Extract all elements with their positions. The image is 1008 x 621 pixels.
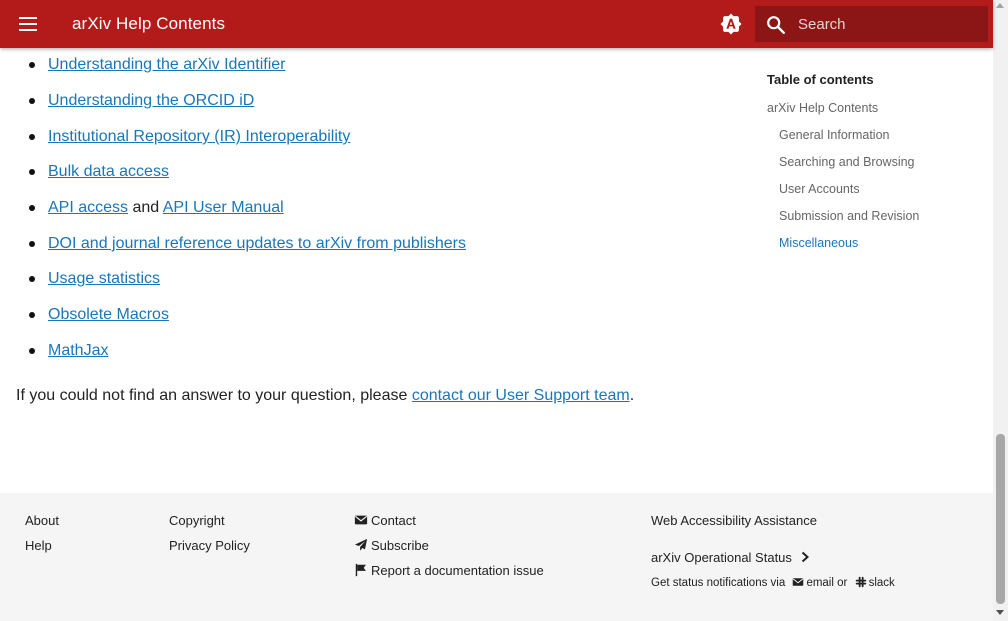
footer-copyright-link[interactable]: Copyright bbox=[169, 513, 225, 528]
link-orcid[interactable]: Understanding the ORCID iD bbox=[48, 92, 254, 109]
bullet bbox=[29, 312, 35, 318]
toc-title: Table of contents bbox=[767, 72, 874, 87]
link-arxiv-identifier[interactable]: Understanding the arXiv Identifier bbox=[48, 56, 285, 73]
notify-prefix: Get status notifications via bbox=[651, 577, 786, 589]
link-api-manual[interactable]: API User Manual bbox=[163, 199, 284, 216]
notify-email-label: email bbox=[806, 577, 834, 589]
list-item: Institutional Repository (IR) Interopera… bbox=[0, 124, 700, 150]
search-icon bbox=[767, 16, 785, 34]
footer-accessibility-link[interactable]: Web Accessibility Assistance bbox=[651, 513, 817, 528]
notify-slack-link[interactable]: slack bbox=[855, 576, 895, 589]
link-api-access[interactable]: API access bbox=[48, 199, 128, 216]
page-scrollbar[interactable] bbox=[993, 0, 1008, 621]
site-title[interactable]: arXiv Help Contents bbox=[72, 14, 225, 34]
contact-label: Contact bbox=[371, 513, 416, 528]
list-item: Bulk data access bbox=[0, 159, 700, 185]
link-mathjax[interactable]: MathJax bbox=[48, 342, 108, 359]
notify-slack-label: slack bbox=[868, 577, 895, 589]
list-item: Obsolete Macros bbox=[0, 302, 700, 328]
paper-plane-icon bbox=[354, 538, 368, 551]
toc-item-miscellaneous[interactable]: Miscellaneous bbox=[779, 236, 858, 250]
contact-support-link[interactable]: contact our User Support team bbox=[412, 387, 630, 404]
toc-item-searching-browsing[interactable]: Searching and Browsing bbox=[779, 155, 915, 169]
footer-report-issue-link[interactable]: Report a documentation issue bbox=[354, 563, 544, 578]
footer-about-link[interactable]: About bbox=[25, 513, 59, 528]
slack-icon bbox=[855, 576, 866, 588]
link-ir-interoperability[interactable]: Institutional Repository (IR) Interopera… bbox=[48, 128, 350, 145]
theme-toggle-icon[interactable] bbox=[719, 12, 743, 36]
scroll-up-arrow-icon[interactable] bbox=[996, 3, 1004, 8]
page-footer: About Help Copyright Privacy Policy Cont… bbox=[0, 493, 993, 621]
status-label: arXiv Operational Status bbox=[651, 550, 792, 565]
list-item: DOI and journal reference updates to arX… bbox=[0, 231, 700, 257]
toc-item-submission-revision[interactable]: Submission and Revision bbox=[779, 209, 919, 223]
link-obsolete-macros[interactable]: Obsolete Macros bbox=[48, 306, 169, 323]
scrollbar-thumb[interactable] bbox=[996, 434, 1005, 604]
bullet bbox=[29, 134, 35, 140]
support-paragraph: If you could not find an answer to your … bbox=[16, 383, 634, 409]
bullet bbox=[29, 169, 35, 175]
footer-privacy-link[interactable]: Privacy Policy bbox=[169, 538, 250, 553]
footer-help-link[interactable]: Help bbox=[25, 538, 52, 553]
list-item: Usage statistics bbox=[0, 266, 700, 292]
toc-item-help-contents[interactable]: arXiv Help Contents bbox=[767, 101, 878, 115]
bullet bbox=[29, 205, 35, 211]
list-item: Understanding the arXiv Identifier bbox=[0, 52, 700, 78]
notify-or: or bbox=[837, 577, 848, 589]
search-input[interactable] bbox=[798, 6, 978, 42]
envelope-icon bbox=[354, 515, 368, 525]
notify-email-link[interactable]: email bbox=[792, 577, 834, 589]
link-bulk-data[interactable]: Bulk data access bbox=[48, 163, 169, 180]
list-item: MathJax bbox=[0, 338, 700, 364]
bullet bbox=[29, 348, 35, 354]
link-doi-updates[interactable]: DOI and journal reference updates to arX… bbox=[48, 235, 466, 252]
flag-icon bbox=[355, 563, 366, 577]
toc-item-user-accounts[interactable]: User Accounts bbox=[779, 182, 860, 196]
bullet bbox=[29, 276, 35, 282]
hamburger-menu-icon[interactable] bbox=[16, 12, 40, 36]
status-notifications: Get status notifications via email or sl… bbox=[651, 576, 895, 589]
and-text: and bbox=[128, 199, 163, 216]
toc-item-general-information[interactable]: General Information bbox=[779, 128, 889, 142]
footer-subscribe-link[interactable]: Subscribe bbox=[354, 538, 429, 553]
search-box[interactable] bbox=[755, 6, 988, 42]
chevron-right-icon bbox=[801, 551, 809, 563]
envelope-icon bbox=[793, 578, 804, 586]
list-item: Understanding the ORCID iD bbox=[0, 88, 700, 114]
bullet bbox=[29, 62, 35, 68]
scroll-down-arrow-icon[interactable] bbox=[996, 610, 1004, 615]
subscribe-label: Subscribe bbox=[371, 538, 429, 553]
report-label: Report a documentation issue bbox=[371, 563, 544, 578]
support-prefix: If you could not find an answer to your … bbox=[16, 387, 412, 404]
list-item: API access and API User Manual bbox=[0, 195, 700, 221]
footer-contact-link[interactable]: Contact bbox=[354, 513, 416, 528]
top-header: arXiv Help Contents bbox=[0, 0, 993, 48]
link-usage-stats[interactable]: Usage statistics bbox=[48, 270, 160, 287]
bullet bbox=[29, 241, 35, 247]
bullet bbox=[29, 98, 35, 104]
support-suffix: . bbox=[629, 387, 635, 404]
footer-status-link[interactable]: arXiv Operational Status bbox=[651, 550, 810, 565]
